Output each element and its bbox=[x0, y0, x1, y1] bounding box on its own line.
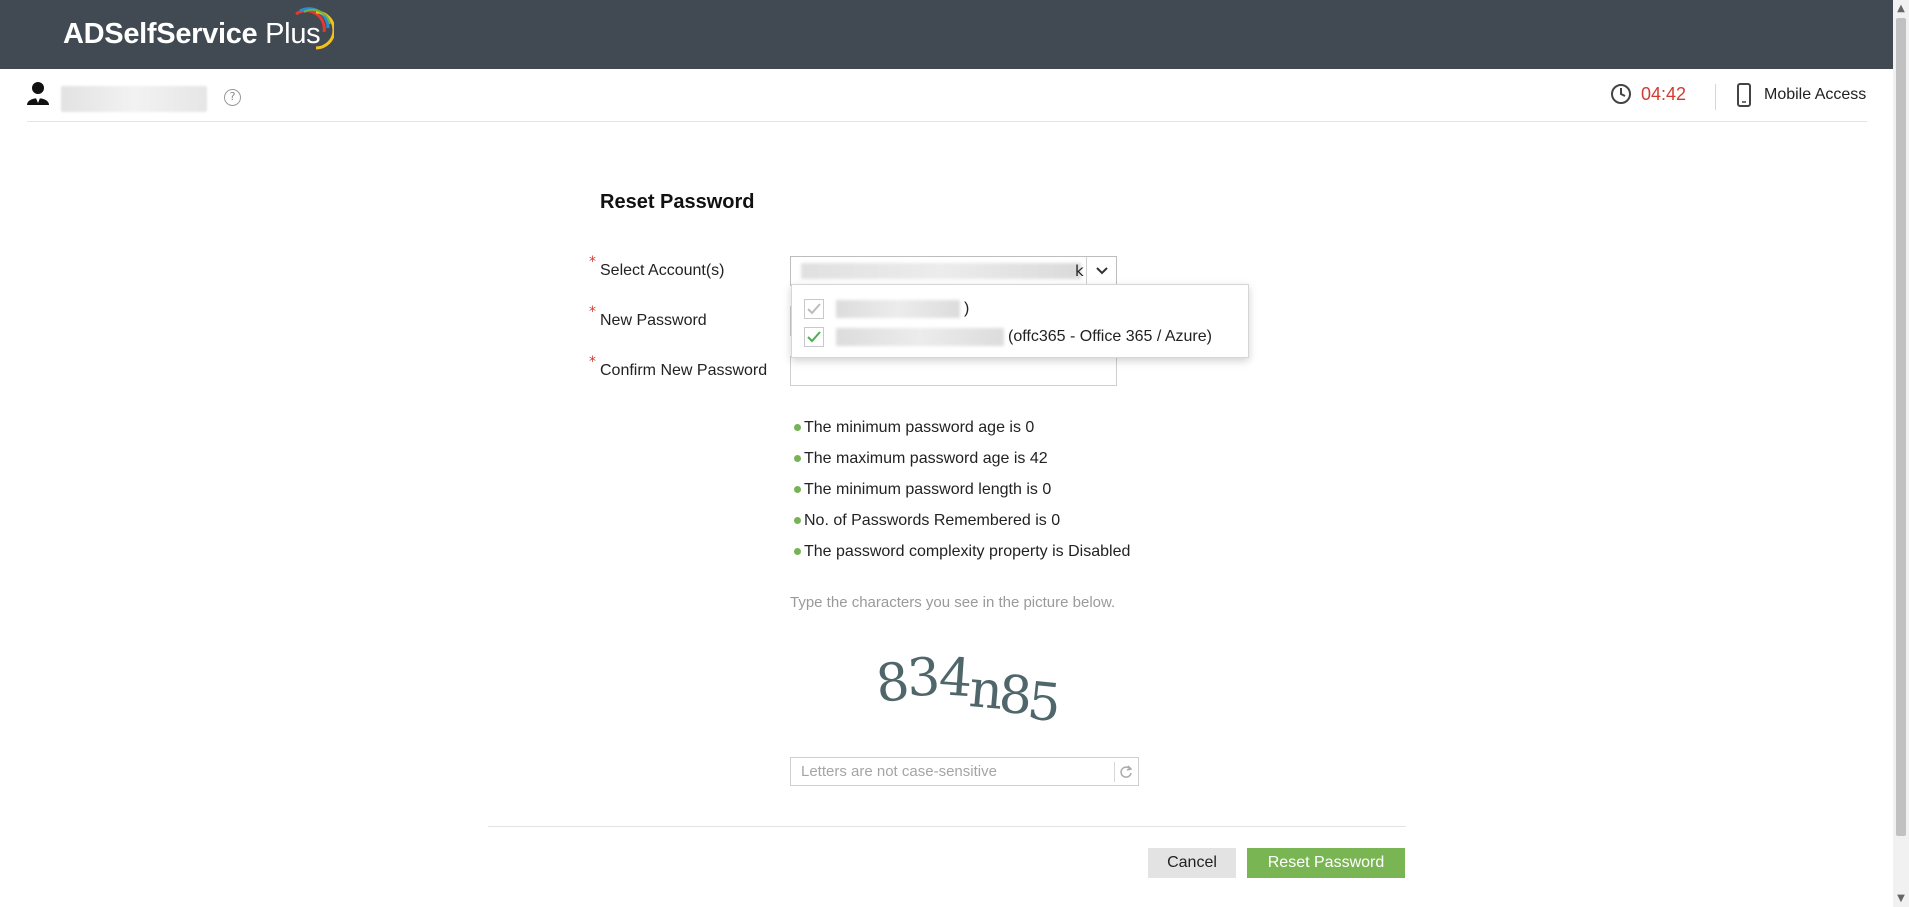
captcha-input[interactable] bbox=[791, 758, 1111, 785]
captcha-field[interactable] bbox=[790, 757, 1139, 786]
required-marker: * bbox=[589, 354, 596, 370]
checkbox-disabled bbox=[804, 299, 824, 319]
top-header: ADSelfService Plus bbox=[0, 0, 1893, 69]
selected-account-redacted bbox=[801, 263, 1081, 279]
session-timer: 04:42 bbox=[1610, 83, 1686, 105]
help-icon[interactable]: ? bbox=[224, 89, 241, 106]
selected-account-tail: k bbox=[1075, 262, 1084, 280]
footer-divider bbox=[488, 826, 1406, 827]
password-policy-list: The minimum password age is 0 The maximu… bbox=[794, 412, 1130, 567]
required-marker: * bbox=[589, 304, 596, 320]
mobile-access-link[interactable]: Mobile Access bbox=[1737, 83, 1866, 107]
chevron-down-icon[interactable] bbox=[1086, 257, 1116, 285]
account-option[interactable]: (offc365 - Office 365 / Azure) bbox=[804, 325, 1212, 349]
confirm-password-label: Confirm New Password bbox=[600, 362, 768, 379]
divider bbox=[1715, 84, 1716, 110]
required-marker: * bbox=[589, 254, 596, 270]
accounts-dropdown: ) (offc365 - Office 365 / Azure) bbox=[791, 284, 1249, 358]
policy-rule: The minimum password length is 0 bbox=[794, 474, 1130, 505]
timer-value: 04:42 bbox=[1641, 83, 1687, 104]
captcha-image: 8 3 4 n 8 5 bbox=[873, 647, 1064, 734]
bullet-icon bbox=[794, 424, 801, 431]
bullet-icon bbox=[794, 455, 801, 462]
logo-arc-icon bbox=[295, 7, 334, 50]
captcha-char-6: 5 bbox=[1025, 671, 1064, 734]
scroll-up-icon[interactable]: ▲ bbox=[1893, 0, 1909, 17]
select-accounts-label: Select Account(s) bbox=[600, 262, 725, 279]
bullet-icon bbox=[794, 517, 801, 524]
checkbox-checked[interactable] bbox=[804, 327, 824, 347]
captcha-hint: Type the characters you see in the pictu… bbox=[790, 594, 1116, 611]
policy-rule: No. of Passwords Remembered is 0 bbox=[794, 505, 1130, 536]
app-logo: ADSelfService Plus bbox=[63, 18, 321, 50]
captcha-char-2: 3 bbox=[906, 647, 942, 709]
account-option-label: ) bbox=[964, 300, 970, 317]
reset-password-button[interactable]: Reset Password bbox=[1247, 848, 1405, 878]
new-password-label: New Password bbox=[600, 312, 707, 329]
page-scrollbar[interactable]: ▲ ▼ bbox=[1893, 0, 1909, 907]
bullet-icon bbox=[794, 548, 801, 555]
account-name-redacted bbox=[836, 328, 1004, 346]
mobile-phone-icon bbox=[1737, 83, 1751, 107]
clock-icon bbox=[1611, 84, 1631, 104]
account-option[interactable]: ) bbox=[804, 297, 969, 321]
policy-rule: The password complexity property is Disa… bbox=[794, 536, 1130, 567]
user-name-redacted bbox=[61, 86, 207, 112]
scroll-thumb[interactable] bbox=[1896, 18, 1906, 836]
bullet-icon bbox=[794, 486, 801, 493]
page-title: Reset Password bbox=[600, 191, 755, 213]
mobile-access-label: Mobile Access bbox=[1764, 86, 1867, 103]
refresh-icon[interactable] bbox=[1114, 762, 1136, 782]
account-option-label: (offc365 - Office 365 / Azure) bbox=[1008, 328, 1212, 345]
user-bar: ? 04:42 Mobile Access bbox=[27, 70, 1867, 122]
policy-rule: The maximum password age is 42 bbox=[794, 443, 1130, 474]
user-icon bbox=[27, 82, 49, 105]
accounts-select[interactable]: k bbox=[790, 256, 1117, 286]
account-name-redacted bbox=[836, 300, 960, 318]
cancel-button[interactable]: Cancel bbox=[1148, 848, 1236, 878]
scroll-down-icon[interactable]: ▼ bbox=[1893, 890, 1909, 907]
confirm-password-field[interactable] bbox=[790, 356, 1117, 386]
policy-rule: The minimum password age is 0 bbox=[794, 412, 1130, 443]
